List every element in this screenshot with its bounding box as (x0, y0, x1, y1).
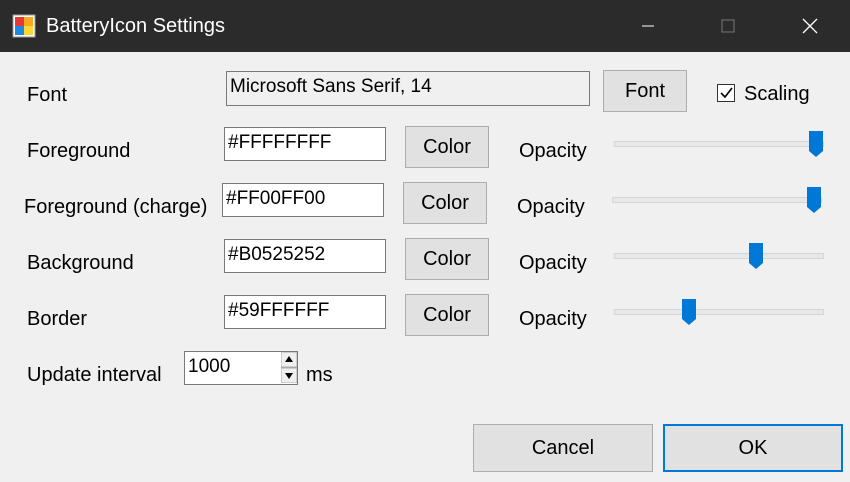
foreground-label: Foreground (27, 140, 131, 162)
border-opacity-thumb[interactable] (682, 299, 696, 325)
font-button[interactable]: Font (603, 70, 687, 112)
background-color-input[interactable]: #B0525252 (224, 239, 386, 273)
foreground-opacity-slider[interactable] (614, 141, 824, 147)
background-label: Background (27, 252, 134, 274)
maximize-button[interactable] (688, 0, 768, 52)
background-color-button[interactable]: Color (405, 238, 489, 280)
ok-button[interactable]: OK (663, 424, 843, 472)
border-color-button[interactable]: Color (405, 294, 489, 336)
window-title: BatteryIcon Settings (46, 15, 225, 37)
update-interval-unit: ms (306, 364, 333, 386)
check-icon (720, 87, 733, 99)
maximize-icon (721, 19, 735, 33)
minimize-icon (642, 25, 654, 27)
background-opacity-slider[interactable] (614, 253, 824, 259)
foreground-charge-opacity-thumb[interactable] (807, 187, 821, 213)
foreground-opacity-thumb[interactable] (809, 131, 823, 157)
border-label: Border (27, 308, 88, 330)
scaling-checkbox[interactable] (717, 84, 735, 102)
border-opacity-slider[interactable] (614, 309, 824, 315)
scaling-label[interactable]: Scaling (744, 83, 810, 106)
cancel-button[interactable]: Cancel (473, 424, 653, 472)
app-icon (12, 14, 36, 38)
title-bar[interactable]: BatteryIcon Settings (0, 0, 850, 52)
foreground-charge-opacity-slider[interactable] (612, 197, 822, 203)
border-opacity-label: Opacity (519, 308, 587, 330)
foreground-color-input[interactable]: #FFFFFFFF (224, 127, 386, 161)
border-color-input[interactable]: #59FFFFFF (224, 295, 386, 329)
foreground-charge-opacity-label: Opacity (517, 196, 585, 218)
background-opacity-thumb[interactable] (749, 243, 763, 269)
foreground-charge-color-input[interactable]: #FF00FF00 (222, 183, 384, 217)
foreground-charge-label: Foreground (charge) (24, 196, 208, 218)
minimize-button[interactable] (608, 0, 688, 52)
font-display: Microsoft Sans Serif, 14 (226, 71, 590, 106)
update-interval-label: Update interval (27, 364, 162, 386)
foreground-charge-color-button[interactable]: Color (403, 182, 487, 224)
close-icon (802, 18, 818, 34)
background-opacity-label: Opacity (519, 252, 587, 274)
foreground-opacity-label: Opacity (519, 140, 587, 162)
foreground-color-button[interactable]: Color (405, 126, 489, 168)
font-label: Font (27, 84, 68, 106)
update-interval-spinner[interactable] (280, 351, 298, 384)
close-button[interactable] (770, 0, 850, 52)
